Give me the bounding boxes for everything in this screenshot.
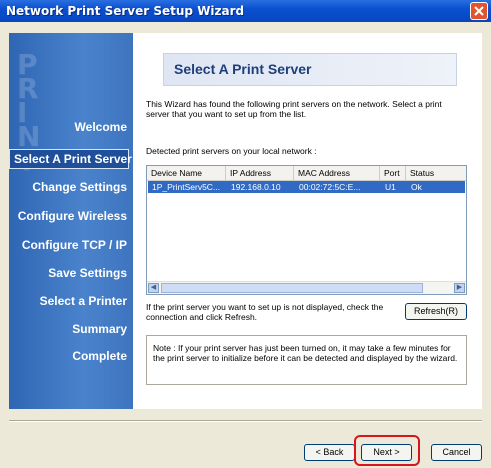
cell-port: U1: [385, 182, 396, 192]
table-row[interactable]: 1P_PrintServ5C... 192.168.0.10 00:02:72:…: [148, 181, 465, 193]
list-header: Device Name IP Address MAC Address Port …: [147, 166, 466, 181]
scroll-left-arrow-icon[interactable]: ◀: [148, 283, 159, 293]
sidebar-item-complete: Complete: [72, 349, 127, 363]
column-header-port[interactable]: Port: [380, 166, 406, 180]
next-button-highlight: [354, 435, 420, 466]
wizard-window: Network Print Server Setup Wizard PRINT …: [0, 0, 491, 468]
sidebar-item-save-settings: Save Settings: [48, 266, 127, 280]
column-header-device-name[interactable]: Device Name: [147, 166, 226, 180]
wizard-sidebar: PRINT Welcome Select A Print Server Chan…: [9, 33, 133, 409]
detected-servers-label: Detected print servers on your local net…: [146, 146, 317, 156]
print-server-list[interactable]: Device Name IP Address MAC Address Port …: [146, 165, 467, 295]
note-text: Note : If your print server has just bee…: [153, 343, 458, 363]
cell-device-name: 1P_PrintServ5C...: [152, 182, 221, 192]
back-button[interactable]: < Back: [304, 444, 355, 461]
sidebar-item-configure-wireless: Configure Wireless: [17, 209, 127, 223]
cell-mac-address: 00:02:72:5C:E...: [299, 182, 361, 192]
close-button[interactable]: [470, 2, 488, 20]
note-box: Note : If your print server has just bee…: [146, 335, 467, 385]
close-icon: [474, 6, 484, 16]
column-header-mac-address[interactable]: MAC Address: [294, 166, 380, 180]
scroll-right-arrow-icon[interactable]: ▶: [454, 283, 465, 293]
page-header: Select A Print Server: [163, 53, 457, 86]
cell-status: Ok: [411, 182, 422, 192]
sidebar-item-configure-tcpip: Configure TCP / IP: [21, 238, 127, 252]
window-title: Network Print Server Setup Wizard: [6, 4, 245, 18]
sidebar-item-select-print-server: Select A Print Server: [9, 149, 132, 169]
title-bar[interactable]: Network Print Server Setup Wizard: [0, 0, 491, 22]
sidebar-item-summary: Summary: [72, 322, 127, 336]
cell-ip-address: 192.168.0.10: [231, 182, 281, 192]
not-displayed-notice: If the print server you want to set up i…: [146, 302, 384, 322]
sidebar-item-welcome: Welcome: [74, 120, 127, 134]
column-header-ip-address[interactable]: IP Address: [226, 166, 294, 180]
scrollbar-thumb[interactable]: [161, 283, 423, 293]
intro-text: This Wizard has found the following prin…: [146, 99, 442, 119]
refresh-button[interactable]: Refresh(R): [405, 303, 467, 320]
page-title: Select A Print Server: [174, 61, 312, 77]
column-header-status[interactable]: Status: [406, 166, 466, 180]
horizontal-scrollbar[interactable]: ◀ ▶: [147, 281, 466, 294]
sidebar-item-select-printer: Select a Printer: [39, 294, 127, 308]
sidebar-item-change-settings: Change Settings: [32, 180, 127, 194]
wizard-content: Select A Print Server This Wizard has fo…: [133, 33, 482, 409]
footer-divider: [9, 420, 482, 422]
cancel-button[interactable]: Cancel: [431, 444, 482, 461]
